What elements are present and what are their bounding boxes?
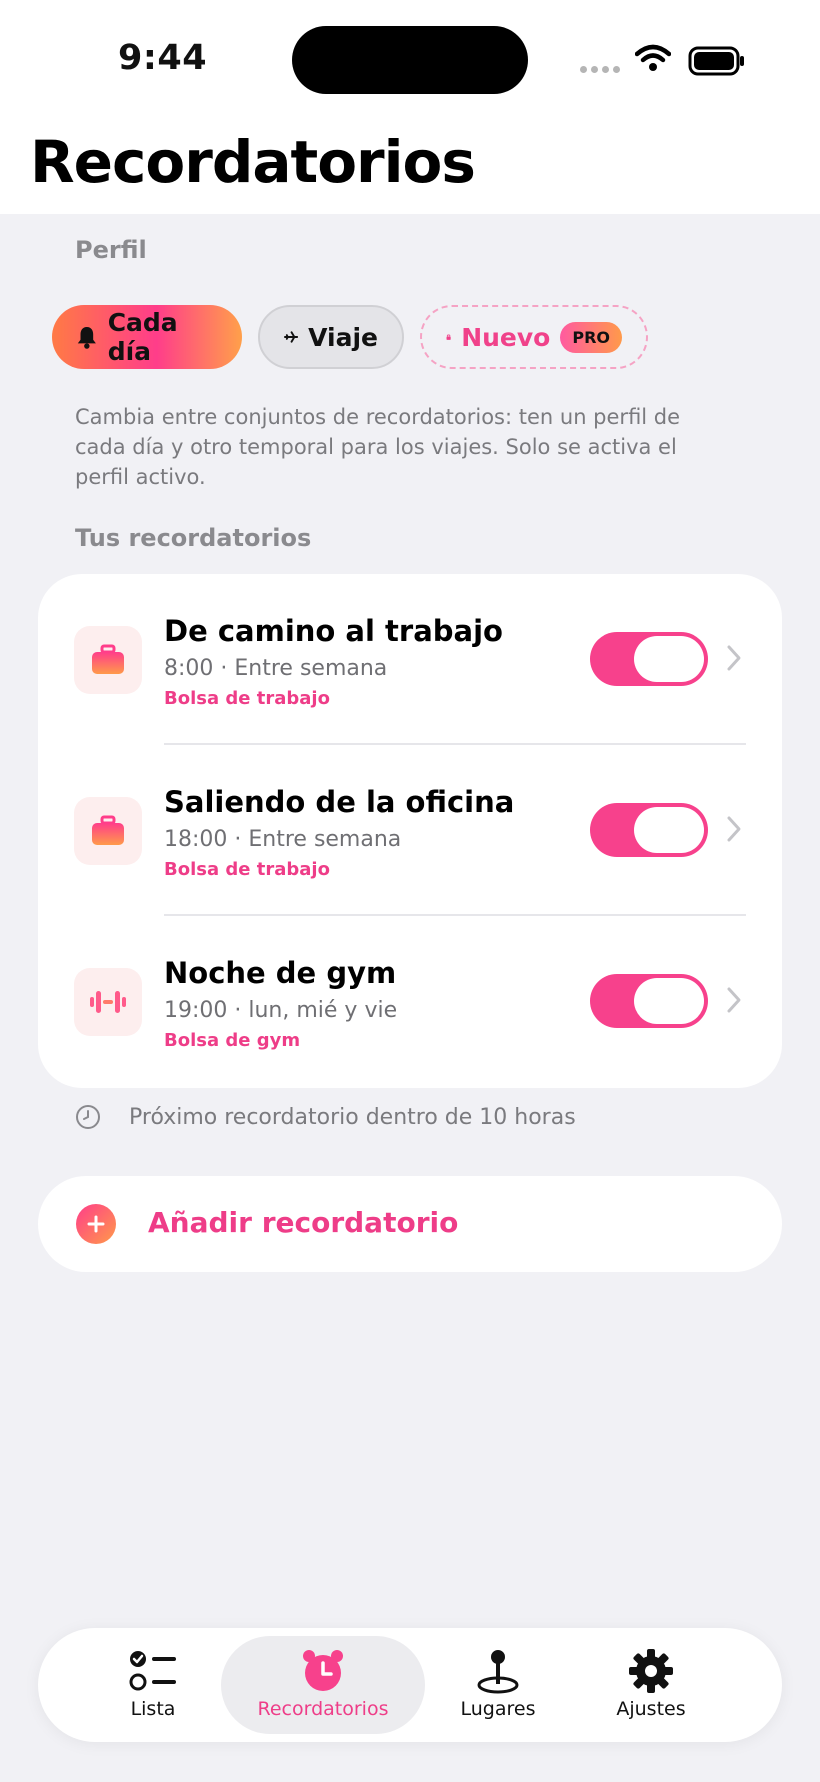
reminder-toggle[interactable]	[590, 974, 708, 1028]
pro-badge: PRO	[560, 321, 622, 353]
briefcase-icon	[74, 797, 142, 865]
reminder-bag: Bolsa de trabajo	[164, 859, 330, 880]
tab-bar: Lista Recordatorios Lugares Ajustes	[38, 1628, 782, 1742]
reminder-schedule: 18:00 · Entre semana	[164, 827, 402, 852]
reminders-section-label: Tus recordatorios	[75, 524, 312, 552]
chevron-right-icon	[727, 816, 741, 842]
reminder-row[interactable]: De camino al trabajo 8:00 · Entre semana…	[38, 574, 782, 744]
profile-description: Cambia entre conjuntos de recordatorios:…	[75, 405, 681, 489]
cellular-signal-icon	[580, 66, 620, 73]
checklist-icon	[129, 1651, 176, 1691]
reminders-card: De camino al trabajo 8:00 · Entre semana…	[38, 574, 782, 1088]
add-reminder-label: Añadir recordatorio	[148, 1206, 459, 1239]
plus-icon	[76, 1204, 116, 1244]
tab-label: Ajustes	[616, 1698, 686, 1720]
tab-lugares[interactable]: Lugares	[413, 1636, 583, 1734]
bell-icon	[77, 327, 96, 349]
reminder-title: De camino al trabajo	[164, 614, 503, 648]
reminder-schedule: 8:00 · Entre semana	[164, 656, 388, 681]
tab-label: Lista	[130, 1698, 176, 1720]
reminder-toggle[interactable]	[590, 632, 708, 686]
briefcase-icon	[74, 626, 142, 694]
dynamic-island	[292, 26, 528, 94]
status-time: 9:44	[118, 38, 208, 78]
alarm-clock-icon	[303, 1650, 343, 1691]
profile-chip-every-day[interactable]: Cada día	[52, 305, 242, 369]
add-reminder-button[interactable]: Añadir recordatorio	[38, 1176, 782, 1272]
top-bar: 9:44 Recordatorios	[0, 0, 820, 214]
chevron-right-icon	[727, 645, 741, 671]
chip-label: Nuevo	[461, 322, 551, 352]
page-title: Recordatorios	[30, 128, 476, 196]
tab-recordatorios[interactable]: Recordatorios	[221, 1636, 425, 1734]
reminder-row[interactable]: Noche de gym 19:00 · lun, mié y vie Bols…	[38, 916, 782, 1086]
next-reminder-text: Próximo recordatorio dentro de 10 horas	[129, 1104, 576, 1130]
location-pin-icon	[477, 1650, 519, 1694]
profile-section-label: Perfil	[75, 236, 147, 264]
tab-ajustes[interactable]: Ajustes	[566, 1636, 736, 1734]
next-reminder-note: Próximo recordatorio dentro de 10 horas	[75, 1104, 576, 1130]
dumbbell-icon	[74, 968, 142, 1036]
reminder-bag: Bolsa de trabajo	[164, 688, 330, 709]
tab-lista[interactable]: Lista	[68, 1636, 238, 1734]
tab-label: Lugares	[460, 1698, 536, 1720]
profile-chip-travel[interactable]: Viaje	[258, 305, 404, 369]
gear-icon	[629, 1649, 673, 1693]
profile-chip-new[interactable]: Nuevo PRO	[420, 305, 648, 369]
chip-label: Cada día	[107, 308, 178, 366]
airplane-icon	[284, 331, 299, 343]
reminder-toggle[interactable]	[590, 803, 708, 857]
chevron-right-icon	[727, 987, 741, 1013]
lock-icon	[446, 334, 451, 340]
reminder-bag: Bolsa de gym	[164, 1030, 301, 1051]
battery-icon	[688, 46, 744, 76]
tab-label: Recordatorios	[257, 1698, 389, 1720]
reminder-row[interactable]: Saliendo de la oficina 18:00 · Entre sem…	[38, 745, 782, 915]
clock-icon	[76, 1105, 100, 1129]
wifi-icon	[635, 44, 671, 71]
reminder-schedule: 19:00 · lun, mié y vie	[164, 998, 398, 1023]
reminder-title: Noche de gym	[164, 956, 397, 990]
chip-label: Viaje	[308, 322, 378, 352]
reminder-title: Saliendo de la oficina	[164, 785, 515, 819]
